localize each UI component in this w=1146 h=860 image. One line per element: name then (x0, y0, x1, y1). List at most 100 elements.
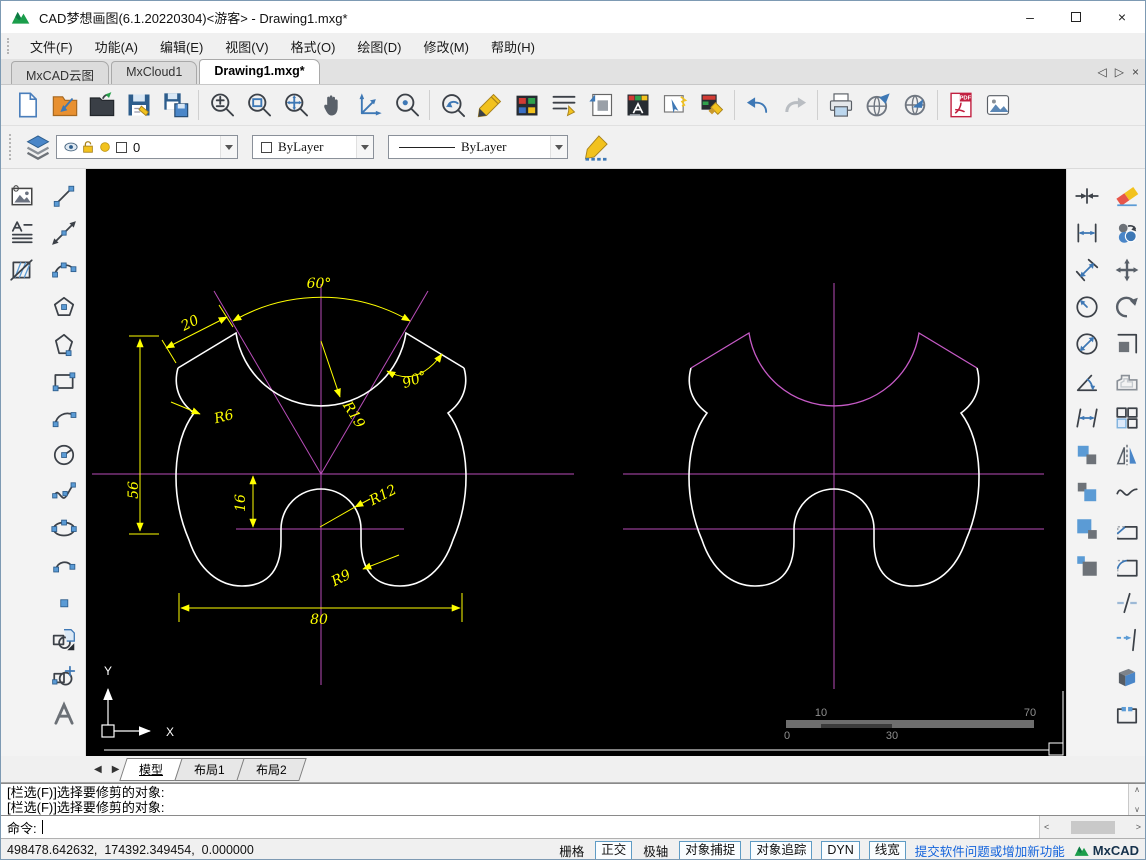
minimize-button[interactable]: – (1007, 1, 1053, 33)
layer-dropdown-arrow[interactable] (220, 136, 237, 158)
zoom-window-button[interactable] (240, 87, 277, 123)
web-publish-button[interactable] (859, 87, 896, 123)
scroll-left-icon[interactable]: < (1044, 822, 1049, 832)
zoom-previous-button[interactable] (434, 87, 471, 123)
scroll-up-icon[interactable]: ∧ (1134, 785, 1140, 794)
drawing-canvas[interactable]: 60° 20 56 R6 R19 90° 16 R12 R9 80 Y X (86, 169, 1066, 756)
circle-button[interactable] (46, 436, 82, 473)
single-line-text-button[interactable] (46, 695, 82, 732)
command-input-scrollbar[interactable]: < > (1039, 816, 1145, 838)
command-history-scrollbar[interactable]: ∧ ∨ (1128, 784, 1145, 815)
layout-prev-button[interactable]: ◀ (89, 764, 107, 775)
ellipse-button[interactable] (46, 510, 82, 547)
scrollbar-thumb[interactable] (1071, 821, 1115, 834)
scroll-down-icon[interactable]: ∨ (1134, 805, 1140, 814)
tab-model[interactable]: 模型 (120, 758, 183, 781)
mirror-button[interactable] (1109, 436, 1145, 473)
construction-line-button[interactable] (46, 214, 82, 251)
redo-button[interactable] (776, 87, 813, 123)
edit-spline-button[interactable] (1109, 473, 1145, 510)
point-button[interactable] (46, 584, 82, 621)
break-at-point-button[interactable] (1109, 695, 1145, 732)
menu-modify[interactable]: 修改(M) (412, 34, 480, 59)
dim-diameter-button[interactable] (1069, 325, 1105, 362)
tab-close-icon[interactable]: × (1132, 65, 1139, 79)
color-dropdown-arrow[interactable] (356, 136, 373, 158)
draw-color-button[interactable] (471, 87, 508, 123)
command-input-row[interactable]: 命令: < > (1, 816, 1145, 839)
scale-cop-d-button[interactable] (1069, 547, 1105, 584)
menu-file[interactable]: 文件(F) (19, 34, 84, 59)
linetype-dropdown-arrow[interactable] (550, 136, 567, 158)
scroll-right-icon[interactable]: > (1136, 822, 1141, 832)
offset-button[interactable] (1109, 362, 1145, 399)
erase-button[interactable] (1109, 177, 1145, 214)
break-button[interactable] (1109, 584, 1145, 621)
arc-3-points-button[interactable] (46, 251, 82, 288)
zoom-center-button[interactable] (388, 87, 425, 123)
polyline-button[interactable] (46, 325, 82, 362)
linetype-manager-button[interactable] (545, 87, 582, 123)
toggle-lineweight[interactable]: 线宽 (869, 841, 906, 860)
open-file-button[interactable] (83, 87, 120, 123)
array-button[interactable] (1109, 399, 1145, 436)
dim-radius-button[interactable] (1069, 288, 1105, 325)
insert-image-button[interactable] (979, 87, 1016, 123)
open-cloud-file-button[interactable] (46, 87, 83, 123)
toggle-osnap[interactable]: 对象捕捉 (679, 841, 741, 860)
tab-mxcloud1[interactable]: MxCloud1 (111, 61, 197, 84)
layer-select[interactable]: 0 (56, 135, 238, 159)
format-painter-button[interactable] (693, 87, 730, 123)
viewport-button[interactable] (582, 87, 619, 123)
menu-edit[interactable]: 编辑(E) (149, 34, 214, 59)
close-button[interactable]: × (1099, 1, 1145, 33)
dim-linear-button[interactable] (1069, 214, 1105, 251)
web-open-button[interactable] (896, 87, 933, 123)
toggle-dyn[interactable]: DYN (821, 841, 859, 860)
hatch-button[interactable] (4, 251, 40, 288)
dim-angular-button[interactable] (1069, 362, 1105, 399)
dim-continue-button[interactable] (1069, 399, 1105, 436)
layer-manager-button[interactable] (20, 129, 56, 165)
toggle-grid[interactable]: 栅格 (557, 841, 586, 860)
text-style-button[interactable] (619, 87, 656, 123)
dim-edit-button[interactable] (1069, 177, 1105, 214)
insert-block-button[interactable] (46, 621, 82, 658)
line-button[interactable] (46, 177, 82, 214)
scale-cop-b-button[interactable] (1069, 473, 1105, 510)
arc-start-end-angle-button[interactable] (46, 547, 82, 584)
make-block-button[interactable] (46, 658, 82, 695)
save-as-button[interactable] (157, 87, 194, 123)
tab-layout1[interactable]: 布局1 (175, 758, 245, 781)
zoom-dynamic-button[interactable] (203, 87, 240, 123)
stretch-button[interactable] (1109, 325, 1145, 362)
scale-cop-c-button[interactable] (1069, 510, 1105, 547)
toggle-ortho[interactable]: 正交 (595, 841, 632, 860)
undo-button[interactable] (739, 87, 776, 123)
menu-format[interactable]: 格式(O) (280, 34, 347, 59)
export-pdf-button[interactable] (942, 87, 979, 123)
menu-view[interactable]: 视图(V) (214, 34, 279, 59)
print-button[interactable] (822, 87, 859, 123)
pan-button[interactable] (314, 87, 351, 123)
tab-scroll-right-icon[interactable]: ▷ (1115, 65, 1124, 79)
feedback-link[interactable]: 提交软件问题或增加新功能 (915, 841, 1065, 860)
color-select[interactable]: ByLayer (252, 135, 374, 159)
chamfer-button[interactable] (1109, 510, 1145, 547)
maximize-button[interactable] (1053, 1, 1099, 33)
dim-aligned-button[interactable] (1069, 251, 1105, 288)
spline-button[interactable] (46, 473, 82, 510)
polygon-button[interactable] (46, 288, 82, 325)
scale-cop-a-button[interactable] (1069, 436, 1105, 473)
color-palette-button[interactable] (508, 87, 545, 123)
new-file-button[interactable] (9, 87, 46, 123)
toggle-polar[interactable]: 极轴 (641, 841, 670, 860)
menu-draw[interactable]: 绘图(D) (346, 34, 412, 59)
3d-box-button[interactable] (1109, 658, 1145, 695)
save-file-button[interactable] (120, 87, 157, 123)
menu-function[interactable]: 功能(A) (84, 34, 149, 59)
arc-center-start-end-button[interactable] (46, 399, 82, 436)
zoom-extents-button[interactable] (277, 87, 314, 123)
rectangle-button[interactable] (46, 362, 82, 399)
fillet-button[interactable] (1109, 547, 1145, 584)
